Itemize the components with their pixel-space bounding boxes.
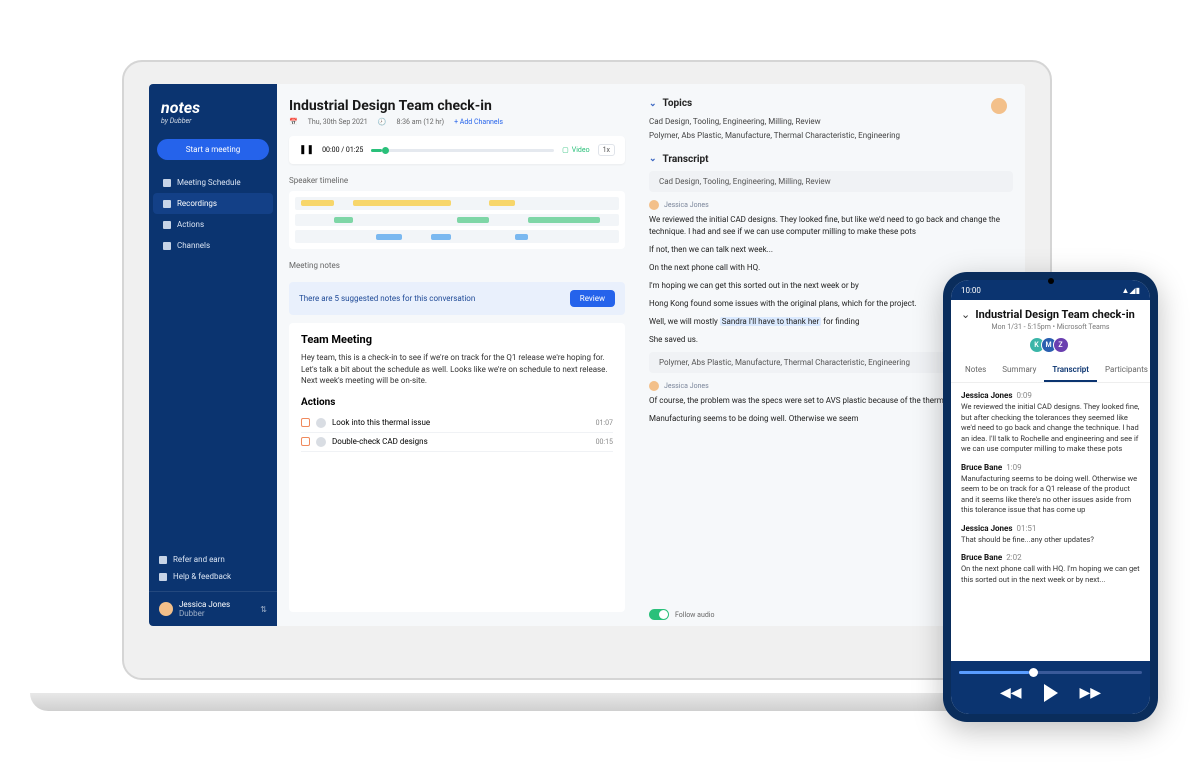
checkbox-icon[interactable] (301, 418, 310, 427)
mobile-subtitle: Mon 1/31 - 5:15pm • Microsoft Teams (961, 323, 1140, 331)
recordings-icon (163, 200, 171, 208)
sidebar-item-recordings[interactable]: Recordings (153, 193, 273, 214)
logo: notes by Dubber (149, 84, 277, 131)
topics-section: ⌄Topics Cad Design, Tooling, Engineering… (649, 98, 1013, 144)
transcript-header[interactable]: ⌄Transcript (649, 154, 1013, 165)
participant-avatar: Z (1053, 337, 1069, 353)
clock-icon: 🕗 (378, 118, 387, 126)
phone-mockup: 10:00 ▲◢▮ ⌄ Industrial Design Team check… (943, 272, 1158, 722)
mobile-title: Industrial Design Team check-in (961, 308, 1140, 321)
tab-notes[interactable]: Notes (957, 359, 994, 382)
actions-heading: Actions (301, 397, 613, 408)
user-menu[interactable]: Jessica Jones Dubber ⇅ (149, 591, 277, 626)
mobile-transcript: Jessica Jones0:09We reviewed the initial… (951, 383, 1150, 661)
main-content: Industrial Design Team check-in 📅Thu, 30… (277, 84, 1025, 626)
follow-audio-row: Follow audio (649, 609, 715, 620)
mobile-header: ⌄ Industrial Design Team check-in Mon 1/… (951, 300, 1150, 359)
follow-audio-toggle[interactable] (649, 609, 669, 620)
topics-header[interactable]: ⌄Topics (649, 98, 1013, 109)
player-time: 00:00 / 01:25 (322, 146, 363, 154)
phone-status-bar: 10:00 ▲◢▮ (951, 280, 1150, 300)
transcript-line: If not, then we can talk next week... (649, 244, 1013, 256)
back-button[interactable]: ⌄ (961, 308, 970, 321)
speaker-timeline-label: Speaker timeline (289, 176, 625, 185)
add-channels-link[interactable]: + Add Channels (454, 118, 503, 126)
user-avatar (159, 602, 173, 616)
pause-button[interactable]: ❚❚ (299, 145, 314, 155)
forward-button[interactable]: ▶▶ (1080, 685, 1102, 701)
topic-pill: Cad Design, Tooling, Engineering, Millin… (649, 171, 1013, 192)
action-item[interactable]: Look into this thermal issue 01:07 (301, 414, 613, 433)
topic-line: Cad Design, Tooling, Engineering, Millin… (649, 115, 1013, 129)
mobile-tabs: Notes Summary Transcript Participants (951, 359, 1150, 383)
notes-card: Team Meeting Hey team, this is a check-i… (289, 323, 625, 612)
notes-heading: Team Meeting (301, 333, 613, 346)
sidebar-item-channels[interactable]: Channels (153, 235, 273, 256)
tab-participants[interactable]: Participants (1097, 359, 1150, 382)
mobile-seek-bar[interactable] (959, 671, 1142, 674)
transcript-entry: Bruce Bane1:09Manufacturing seems to be … (961, 463, 1140, 516)
speaker-avatar (649, 381, 659, 391)
topic-line: Polymer, Abs Plastic, Manufacture, Therm… (649, 129, 1013, 143)
speed-button[interactable]: 1x (598, 144, 615, 156)
sidebar-refer[interactable]: Refer and earn (159, 551, 267, 568)
check-icon (163, 221, 171, 229)
gift-icon (159, 556, 167, 564)
avatar-stack: K M Z (961, 337, 1140, 353)
notes-body: Hey team, this is a check-in to see if w… (301, 352, 613, 387)
calendar-icon (163, 179, 171, 187)
assignee-avatar (316, 437, 326, 447)
transcript-line: We reviewed the initial CAD designs. The… (649, 214, 1013, 238)
signal-icon: ▲◢▮ (1122, 286, 1140, 295)
hash-icon (163, 242, 171, 250)
chevron-updown-icon: ⇅ (260, 605, 267, 614)
suggestion-banner: There are 5 suggested notes for this con… (289, 282, 625, 315)
sidebar-help[interactable]: Help & feedback (159, 568, 267, 585)
meta-row: 📅Thu, 30th Sep 2021 🕗8:36 am (12 hr) + A… (289, 118, 625, 126)
assignee-avatar (316, 418, 326, 428)
tab-transcript[interactable]: Transcript (1044, 359, 1097, 382)
transcript-line: On the next phone call with HQ. (649, 262, 1013, 274)
action-item[interactable]: Double-check CAD designs 00:15 (301, 433, 613, 452)
video-toggle[interactable]: ▢Video (562, 146, 589, 154)
speaker-row: Jessica Jones (649, 200, 1013, 210)
rewind-button[interactable]: ◀◀ (1000, 685, 1022, 701)
sidebar: notes by Dubber Start a meeting Meeting … (149, 84, 277, 626)
sidebar-item-schedule[interactable]: Meeting Schedule (153, 172, 273, 193)
checkbox-icon[interactable] (301, 437, 310, 446)
transcript-entry: Jessica Jones01:51That should be fine...… (961, 524, 1140, 546)
transcript-entry: Jessica Jones0:09We reviewed the initial… (961, 391, 1140, 455)
speaker-timeline (289, 191, 625, 249)
tab-summary[interactable]: Summary (994, 359, 1044, 382)
mobile-player: ◀◀ ▶▶ (951, 661, 1150, 714)
transcript-entry: Bruce Bane2:02On the next phone call wit… (961, 553, 1140, 585)
calendar-icon: 📅 (289, 118, 298, 126)
chevron-down-icon: ⌄ (649, 154, 657, 164)
meeting-notes-label: Meeting notes (289, 261, 625, 270)
page-title: Industrial Design Team check-in (289, 98, 625, 114)
speaker-avatar (649, 200, 659, 210)
start-meeting-button[interactable]: Start a meeting (157, 139, 269, 160)
sidebar-item-actions[interactable]: Actions (153, 214, 273, 235)
help-icon (159, 573, 167, 581)
review-button[interactable]: Review (570, 290, 615, 307)
chevron-down-icon: ⌄ (649, 99, 657, 109)
audio-player: ❚❚ 00:00 / 01:25 ▢Video 1x (289, 136, 625, 164)
play-button[interactable] (1044, 684, 1058, 702)
video-icon: ▢ (562, 146, 569, 154)
seek-bar[interactable] (371, 149, 554, 152)
